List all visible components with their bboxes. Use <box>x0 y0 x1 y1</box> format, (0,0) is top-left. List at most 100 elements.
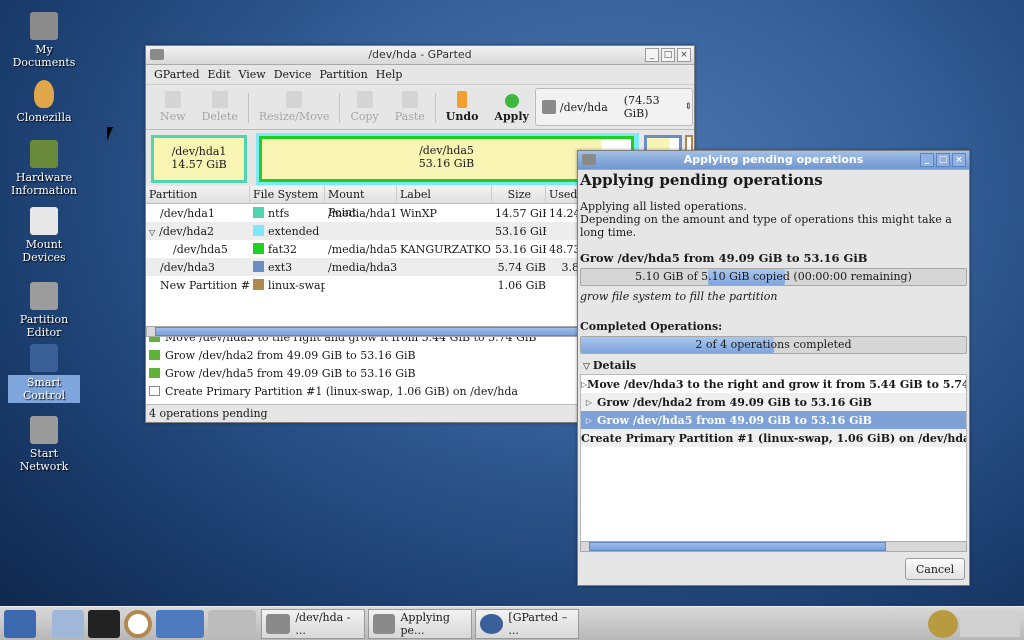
dialog-description: Applying all listed operations. Dependin… <box>580 200 967 239</box>
menu-help[interactable]: Help <box>376 68 403 81</box>
detail-item-selected[interactable]: ▷ Grow /dev/hda5 from 49.09 GiB to 53.16 … <box>581 411 966 429</box>
cell-filesystem: extended <box>268 224 320 238</box>
operation-text: Grow /dev/hda2 from 49.09 GiB to 53.16 G… <box>165 348 416 362</box>
expander-closed-icon[interactable]: ▷ <box>581 415 597 425</box>
undo-button[interactable]: Undo <box>446 91 478 123</box>
task-gparted-dialog[interactable]: [GParted – ... <box>475 608 579 639</box>
current-operation-progress: 5.10 GiB of 5.10 GiB copied (00:00:00 re… <box>580 268 967 286</box>
system-tray-icon[interactable] <box>928 609 958 638</box>
dialog-titlebar[interactable]: Applying pending operations _ □ × <box>578 151 969 170</box>
window-title: /dev/hda - GParted <box>368 48 472 61</box>
terminal-icon[interactable] <box>88 609 120 638</box>
lifebuoy-icon[interactable] <box>124 609 152 638</box>
new-button[interactable]: New <box>160 91 186 123</box>
task-gparted[interactable]: /dev/hda - ... <box>261 608 365 639</box>
apply-icon <box>504 94 519 108</box>
undo-icon <box>457 91 468 108</box>
desktop-icon-smart-control[interactable]: Smart Control <box>4 344 84 403</box>
harddisk-icon <box>266 613 291 634</box>
task-label: Applying pe... <box>400 610 450 637</box>
desktop-icon-label: Start Network <box>19 447 69 473</box>
menu-partition[interactable]: Partition <box>319 68 367 81</box>
cell-size: 53.16 GiB <box>495 224 546 238</box>
globe-icon <box>480 613 504 634</box>
menu-view[interactable]: View <box>239 68 266 81</box>
task-applying[interactable]: Applying pe... <box>368 608 472 639</box>
cancel-button[interactable]: Cancel <box>905 558 965 580</box>
column-header-partition[interactable]: Partition <box>146 185 250 204</box>
resize-icon <box>149 337 160 342</box>
fs-color-swatch <box>253 206 264 218</box>
menu-device[interactable]: Device <box>274 68 312 81</box>
button-label: Paste <box>394 110 425 123</box>
cell-filesystem: fat32 <box>268 242 298 256</box>
desktop-icon-label: Partition Editor <box>19 313 69 339</box>
toolbar-separator <box>247 93 249 123</box>
desktop-icon-my-documents[interactable]: My Documents <box>4 12 84 69</box>
details-horizontal-scrollbar[interactable] <box>580 541 967 552</box>
hardware-icon <box>30 140 58 168</box>
column-header-size[interactable]: Size <box>492 185 546 204</box>
mouse-cursor-icon <box>107 127 113 141</box>
column-header-filesystem[interactable]: File System <box>250 185 325 204</box>
expander-closed-icon[interactable]: ▷ <box>581 397 597 407</box>
column-header-mountpoint[interactable]: Mount Point <box>325 185 397 219</box>
maximize-button[interactable]: □ <box>661 48 675 62</box>
details-label: Details <box>592 359 637 372</box>
diskmap-partition-hda1[interactable]: /dev/hda1 14.57 GiB <box>151 135 247 183</box>
gparted-titlebar[interactable]: /dev/hda - GParted _ □ × <box>146 46 694 65</box>
device-selector[interactable]: /dev/hda (74.53 GiB) ⇕ <box>535 88 693 126</box>
apply-dialog: Applying pending operations _ □ × Applyi… <box>577 150 970 586</box>
scrollbar-thumb[interactable] <box>589 542 886 551</box>
dialog-title: Applying pending operations <box>683 153 864 166</box>
expander-open-icon[interactable]: ▽ <box>149 228 155 237</box>
copy-button[interactable]: Copy <box>350 91 379 123</box>
detail-item[interactable]: Create Primary Partition #1 (linux-swap,… <box>581 429 966 447</box>
delete-button[interactable]: Delete <box>202 91 238 123</box>
apply-button[interactable]: Apply <box>494 94 529 123</box>
gparted-icon <box>582 154 596 165</box>
toolbar: New Delete Resize/Move Copy Paste Undo A… <box>146 85 694 130</box>
cell-partition: New Partition #1 <box>160 278 250 292</box>
detail-text: Grow /dev/hda2 from 49.09 GiB to 53.16 G… <box>597 395 872 409</box>
start-menu-icon[interactable] <box>4 609 36 638</box>
desktop-icon-label: Hardware Information <box>10 171 78 197</box>
resize-move-button[interactable]: Resize/Move <box>259 91 329 123</box>
cell-mountpoint: /media/hda1 <box>328 206 397 220</box>
cell-size: 53.16 GiB <box>495 242 546 256</box>
desktop-icon-partition-editor[interactable]: Partition Editor <box>4 282 84 339</box>
workspace-2-icon[interactable] <box>208 609 256 638</box>
maximize-button[interactable]: □ <box>936 153 950 167</box>
gparted-icon <box>150 49 164 60</box>
close-button[interactable]: × <box>677 48 691 62</box>
show-desktop-icon[interactable] <box>52 609 84 638</box>
menu-gparted[interactable]: GParted <box>154 68 199 81</box>
desktop-icon-start-network[interactable]: Start Network <box>4 416 84 473</box>
detail-item[interactable]: ▷ Move /dev/hda3 to the right and grow it… <box>581 375 966 393</box>
desktop-icon-hardware-information[interactable]: Hardware Information <box>4 140 84 197</box>
partition-name: /dev/hda5 <box>419 144 474 157</box>
desktop-icon-label: My Documents <box>12 43 76 69</box>
column-header-label[interactable]: Label <box>397 185 492 204</box>
completed-progress: 2 of 4 operations completed <box>580 336 967 354</box>
desktop-icon-mount-devices[interactable]: Mount Devices <box>4 207 84 264</box>
workspace-1-icon[interactable] <box>156 609 204 638</box>
menu-edit[interactable]: Edit <box>207 68 230 81</box>
fs-color-swatch <box>253 260 264 272</box>
cell-size: 14.57 GiB <box>495 206 546 220</box>
minimize-button[interactable]: _ <box>920 153 934 167</box>
toolbar-separator <box>434 93 436 123</box>
cell-filesystem: linux-swap <box>268 278 325 292</box>
minimize-button[interactable]: _ <box>645 48 659 62</box>
cell-mountpoint: /media/hda5 <box>328 242 397 256</box>
paste-button[interactable]: Paste <box>395 91 425 123</box>
spinner-icon: ⇕ <box>684 102 692 112</box>
details-expander[interactable]: ▽ Details <box>580 359 967 372</box>
details-tree: ▷ Move /dev/hda3 to the right and grow it… <box>580 374 967 544</box>
desktop-icon-clonezilla[interactable]: Clonezilla <box>4 80 84 124</box>
cell-partition: /dev/hda5 <box>173 242 228 256</box>
resize-icon <box>286 91 303 108</box>
close-button[interactable]: × <box>952 153 966 167</box>
button-label: New <box>160 110 186 123</box>
detail-item[interactable]: ▷ Grow /dev/hda2 from 49.09 GiB to 53.16 … <box>581 393 966 411</box>
